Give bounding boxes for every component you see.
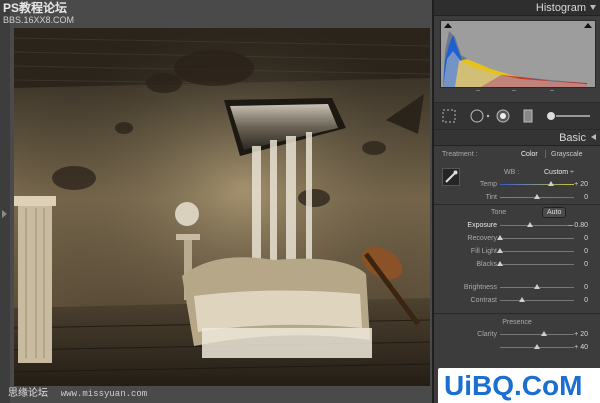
collapse-triangle-icon[interactable]	[591, 134, 596, 140]
wb-select[interactable]: Custom ÷	[544, 169, 574, 176]
exposure-row: Exposure – 0.80	[434, 219, 600, 232]
develop-panel: Histogram Basic Treatment: Color Graysc…	[432, 0, 600, 403]
watermark-top-title: PS教程论坛	[3, 1, 68, 15]
red-eye-icon[interactable]	[496, 109, 510, 123]
graduated-filter-icon[interactable]	[522, 109, 534, 123]
fill-light-value[interactable]: 0	[584, 248, 588, 255]
brightness-row: Brightness 0	[434, 281, 600, 294]
left-panel-strip[interactable]	[0, 0, 10, 403]
white-balance-section: WB : Custom ÷ Temp + 20 Tint 0	[434, 164, 600, 204]
contrast-row: Contrast 0	[434, 294, 600, 307]
tool-strip	[434, 102, 600, 130]
presence-label: Presence	[502, 319, 532, 326]
basic-header[interactable]: Basic	[434, 130, 600, 146]
recovery-slider[interactable]	[497, 235, 503, 240]
collapse-triangle-icon[interactable]	[590, 5, 596, 10]
vibrance-slider[interactable]	[534, 344, 540, 349]
crop-overlay-icon[interactable]	[442, 109, 456, 123]
temp-value[interactable]: + 20	[574, 181, 588, 188]
spot-removal-icon[interactable]	[470, 109, 492, 123]
blacks-label: Blacks	[476, 261, 497, 268]
tint-row: Tint 0	[434, 191, 600, 204]
contrast-label: Contrast	[470, 297, 497, 304]
treatment-separator	[545, 150, 546, 158]
blacks-slider[interactable]	[497, 261, 503, 266]
histogram	[440, 20, 596, 88]
auto-tone-button[interactable]: Auto	[542, 207, 567, 218]
temp-row: Temp + 20	[434, 178, 600, 191]
clarity-label: Clarity	[477, 331, 497, 338]
histogram-ticks	[440, 88, 596, 96]
wb-label: WB :	[504, 169, 520, 176]
exposure-value[interactable]: – 0.80	[569, 222, 588, 229]
fill-light-track[interactable]	[500, 251, 574, 252]
brightness-label: Brightness	[463, 284, 497, 291]
fill-light-row: Fill Light 0	[434, 245, 600, 258]
tint-value[interactable]: 0	[584, 194, 588, 201]
exposure-track[interactable]	[500, 225, 574, 226]
adjustment-brush-icon[interactable]	[544, 109, 592, 123]
blacks-track[interactable]	[500, 264, 574, 265]
watermark-bottom: 思缘论坛 www.missyuan.com	[8, 384, 147, 399]
clarity-slider[interactable]	[541, 331, 548, 336]
uibq-logo: UiBQ.CoM	[438, 368, 600, 403]
watermark-bottom-title: 思缘论坛	[8, 388, 48, 399]
vibrance-value[interactable]: + 40	[574, 344, 588, 351]
blacks-value[interactable]: 0	[584, 261, 588, 268]
treatment-label: Treatment :	[442, 151, 478, 158]
histogram-header[interactable]: Histogram	[434, 0, 600, 16]
clarity-row: Clarity + 20	[434, 328, 600, 341]
recovery-value[interactable]: 0	[584, 235, 588, 242]
basic-title: Basic	[559, 132, 586, 144]
treatment-grayscale-button[interactable]: Grayscale	[551, 151, 583, 158]
recovery-label: Recovery	[467, 235, 497, 242]
temp-label: Temp	[479, 181, 497, 188]
tone-header: Tone Auto	[434, 205, 600, 219]
brightness-slider[interactable]	[534, 284, 540, 289]
exposure-slider[interactable]	[526, 222, 533, 227]
contrast-slider[interactable]	[519, 297, 526, 302]
expand-left-panel-icon[interactable]	[2, 210, 7, 218]
clarity-value[interactable]: + 20	[574, 331, 588, 338]
brightness-value[interactable]: 0	[584, 284, 588, 291]
contrast-value[interactable]: 0	[584, 297, 588, 304]
tint-label: Tint	[485, 194, 497, 201]
recovery-track[interactable]	[500, 238, 574, 239]
watermark-top-url: BBS.16XX8.COM	[3, 15, 75, 25]
tone-label: Tone	[491, 209, 507, 216]
exposure-label: Exposure	[467, 222, 497, 229]
tint-slider[interactable]	[534, 194, 540, 199]
recovery-row: Recovery 0	[434, 232, 600, 245]
fill-light-label: Fill Light	[470, 248, 497, 255]
temp-slider[interactable]	[548, 181, 555, 186]
watermark-top: PS教程论坛 BBS.16XX8.COM	[3, 1, 75, 26]
watermark-bottom-url: www.missyuan.com	[60, 389, 148, 399]
blacks-row: Blacks 0	[434, 258, 600, 271]
tone-spacer	[434, 271, 600, 281]
image-canvas: PS教程论坛 BBS.16XX8.COM 思缘论坛 www.missyuan.c…	[0, 0, 432, 403]
clarity-track[interactable]	[500, 334, 574, 335]
treatment-row: Treatment : Color Grayscale	[434, 146, 600, 164]
fill-light-slider[interactable]	[497, 248, 503, 253]
tone-section: Tone Auto Exposure – 0.80 Recovery 0 Fil…	[434, 204, 600, 314]
histogram-title: Histogram	[535, 2, 586, 14]
treatment-color-button[interactable]: Color	[521, 151, 538, 158]
contrast-track[interactable]	[500, 300, 574, 301]
logo-text: UiBQ.CoM	[444, 370, 583, 401]
temp-track[interactable]	[500, 184, 574, 185]
vibrance-row: + 40	[434, 341, 600, 354]
presence-section: Presence Clarity + 20 + 40	[434, 314, 600, 354]
photo-preview	[14, 28, 430, 386]
